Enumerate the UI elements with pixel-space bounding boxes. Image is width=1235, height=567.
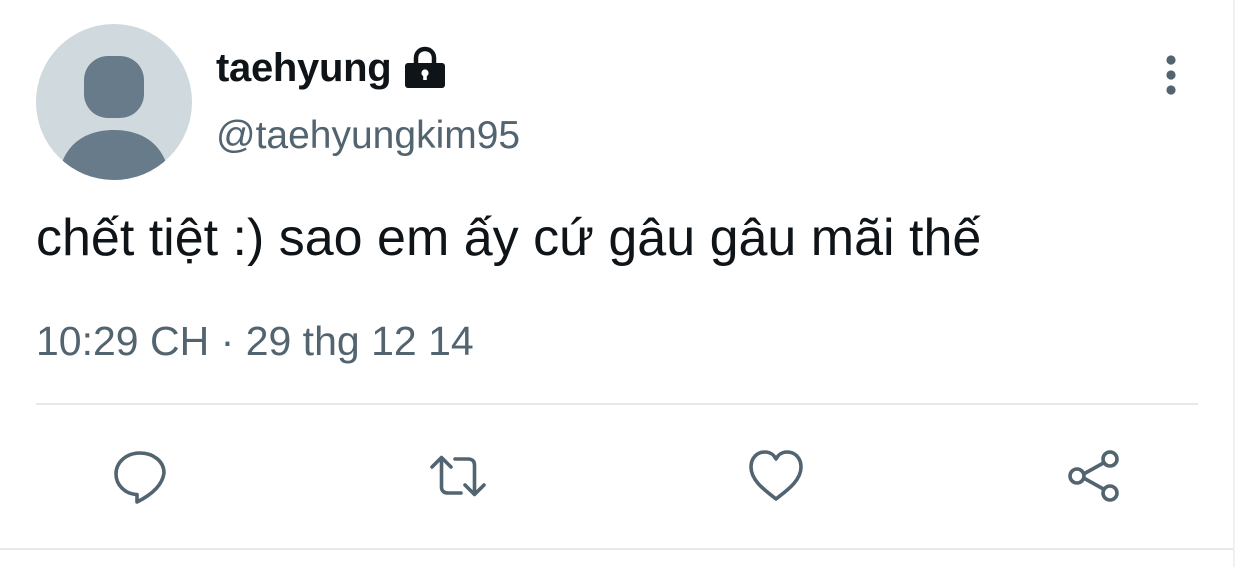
- tweet-card: taehyung @taehyungkim95 chết tiệt :) sao…: [0, 0, 1235, 567]
- card-bottom-border: [0, 548, 1235, 550]
- default-avatar-icon: [58, 56, 170, 180]
- reply-button[interactable]: [110, 446, 170, 506]
- comment-icon: [114, 451, 166, 504]
- retweet-button[interactable]: [428, 446, 488, 506]
- retweet-icon: [430, 455, 486, 497]
- display-name[interactable]: taehyung: [216, 46, 392, 91]
- share-button[interactable]: [1064, 446, 1124, 506]
- author-name-row: taehyung: [216, 40, 449, 96]
- lock-icon: [401, 44, 449, 92]
- like-button[interactable]: [746, 446, 806, 506]
- tweet-date: 29 thg 12 14: [245, 318, 474, 364]
- timestamp[interactable]: 10:29 CH · 29 thg 12 14: [36, 318, 474, 365]
- share-icon: [1068, 450, 1119, 502]
- avatar[interactable]: [36, 24, 192, 180]
- more-vertical-icon[interactable]: [1150, 52, 1192, 98]
- tweet-time: 10:29 CH: [36, 318, 210, 364]
- timestamp-separator: ·: [220, 318, 235, 364]
- heart-icon: [749, 450, 803, 501]
- author-handle[interactable]: @taehyungkim95: [216, 114, 520, 158]
- tweet-text: chết tiệt :) sao em ấy cứ gâu gâu mãi th…: [36, 209, 982, 267]
- divider: [36, 403, 1198, 405]
